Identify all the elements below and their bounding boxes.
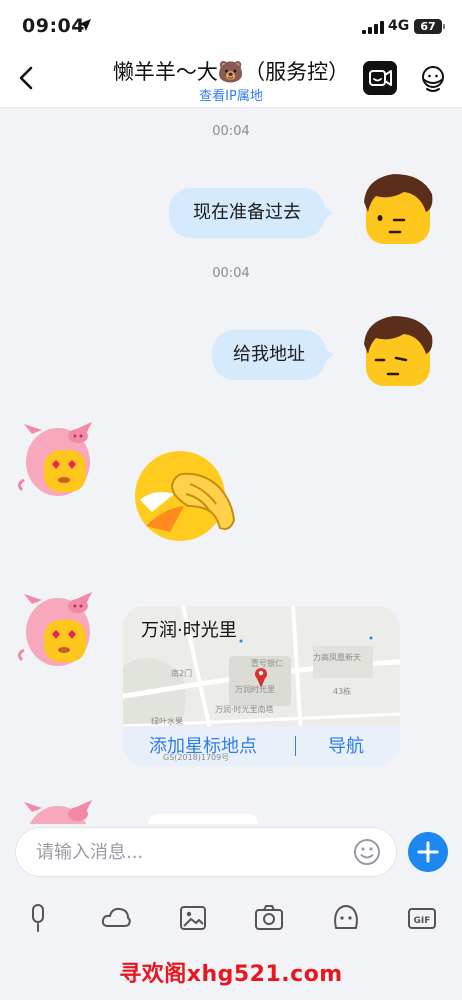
- divider: [295, 736, 296, 756]
- emoji-icon[interactable]: [353, 838, 381, 866]
- ip-location-link[interactable]: 查看IP属地: [150, 85, 312, 104]
- svg-text:GIF: GIF: [414, 916, 431, 926]
- message-bubble[interactable]: 给我地址: [212, 330, 334, 380]
- contact-avatar[interactable]: [12, 420, 98, 500]
- cloud-icon[interactable]: [100, 902, 132, 934]
- network-type: 4G: [388, 18, 410, 34]
- map-label: 壹号银仁: [251, 659, 283, 668]
- battery-icon: 67: [414, 19, 445, 34]
- location-arrow-icon: [79, 19, 91, 31]
- add-button[interactable]: [408, 832, 448, 872]
- location-card[interactable]: 南2门 壹号银仁 万润时光里 力高凤凰新天 43栋 万润·时光里南塔 绿叶水果 …: [123, 606, 400, 766]
- map-label: 万润·时光里南塔: [215, 705, 274, 714]
- message-input[interactable]: [15, 827, 397, 877]
- profile-icon[interactable]: [418, 63, 448, 95]
- chat-title[interactable]: 懒羊羊～大🐻（服务控）: [100, 56, 362, 86]
- watermark: 寻欢阁xhg521.com: [119, 962, 343, 987]
- facepalm-emoji[interactable]: [134, 448, 238, 544]
- map-label: 万润时光里: [235, 685, 275, 694]
- video-call-icon[interactable]: [363, 61, 397, 95]
- partial-message: [148, 814, 258, 824]
- chat-area[interactable]: 00:04 现在准备过去 00:04 给我地址 南2门 壹号银仁 万润时光里 力…: [0, 108, 462, 824]
- back-button[interactable]: [12, 62, 42, 94]
- message-timestamp: 00:04: [212, 124, 250, 139]
- status-bar: 09:04 4G 67: [0, 0, 462, 52]
- contact-avatar[interactable]: [12, 590, 98, 670]
- image-icon[interactable]: [177, 902, 209, 934]
- message-timestamp: 00:04: [212, 266, 250, 281]
- location-name: 万润·时光里: [141, 620, 237, 641]
- contact-avatar[interactable]: [12, 798, 98, 824]
- map-label: 南2门: [171, 669, 193, 678]
- status-time: 09:04: [22, 15, 85, 37]
- navigate-button[interactable]: 导航: [328, 732, 364, 758]
- map-label: 力高凤凰新天: [313, 653, 361, 662]
- mic-icon[interactable]: [22, 902, 54, 934]
- input-toolbar: GIF: [0, 902, 462, 938]
- map-label: GS(2018)1709号: [163, 753, 230, 762]
- chat-header: 懒羊羊～大🐻（服务控） 查看IP属地: [0, 52, 462, 108]
- my-avatar[interactable]: [360, 314, 436, 392]
- camera-icon[interactable]: [253, 902, 285, 934]
- signal-icon: [362, 21, 384, 34]
- sticker-icon[interactable]: [330, 902, 362, 934]
- map-label: 43栋: [333, 687, 352, 696]
- my-avatar[interactable]: [360, 172, 436, 250]
- message-bubble[interactable]: 现在准备过去: [169, 188, 333, 238]
- gif-icon[interactable]: GIF: [406, 902, 438, 934]
